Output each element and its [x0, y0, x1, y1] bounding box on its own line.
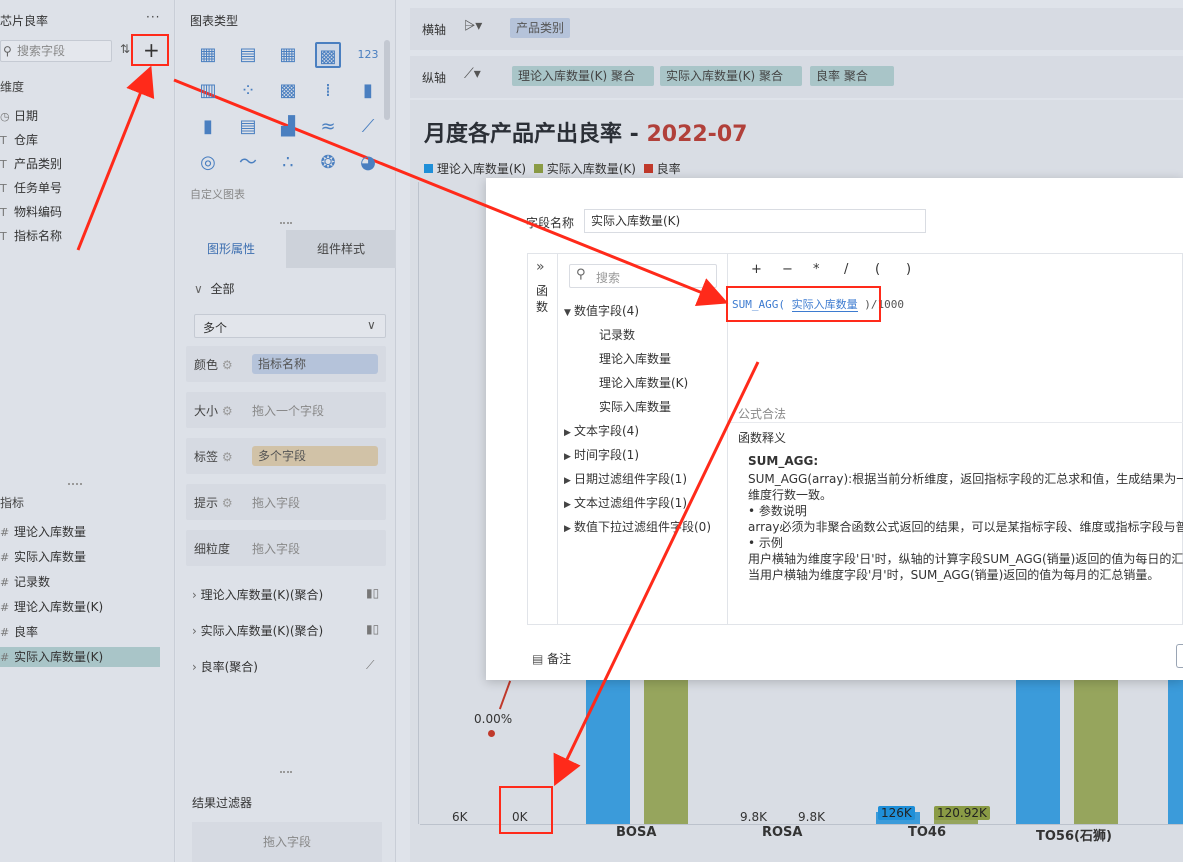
scatter-grid-icon[interactable]: ⁞	[315, 78, 341, 104]
line-chart-icon[interactable]: ⟋	[355, 114, 381, 140]
radar-chart-icon[interactable]: ◎	[195, 150, 221, 176]
heatmap-table-icon[interactable]: ▥	[195, 78, 221, 104]
pie-chart-icon[interactable]: ◕	[355, 150, 381, 176]
waterfall-icon[interactable]: ▟	[275, 114, 301, 140]
grouped-table-icon[interactable]: ▩	[315, 42, 341, 68]
table-icon[interactable]: ▦	[195, 42, 221, 68]
point-chart-icon[interactable]: ∴	[275, 150, 301, 176]
bar-chart-icon[interactable]: ▮	[355, 78, 381, 104]
kpi-number-icon[interactable]: 123	[355, 42, 381, 68]
stacked-bar-icon[interactable]: ▤	[235, 114, 261, 140]
area-chart-icon[interactable]: ≈	[315, 114, 341, 140]
detail-table-icon[interactable]: ▦	[275, 42, 301, 68]
bubble-chart-icon[interactable]: ❂	[315, 150, 341, 176]
annotation-arrow	[76, 65, 155, 251]
colorful-map-icon[interactable]: ▩	[275, 78, 301, 104]
stream-chart-icon[interactable]: 〜	[235, 150, 261, 176]
annotation-arrow	[553, 361, 760, 787]
annotation-arrows	[76, 65, 760, 787]
annotation-arrow	[173, 78, 729, 307]
column-chart-icon[interactable]: ▮	[195, 114, 221, 140]
dot-table-icon[interactable]: ⁘	[235, 78, 261, 104]
cross-table-icon[interactable]: ▤	[235, 42, 261, 68]
